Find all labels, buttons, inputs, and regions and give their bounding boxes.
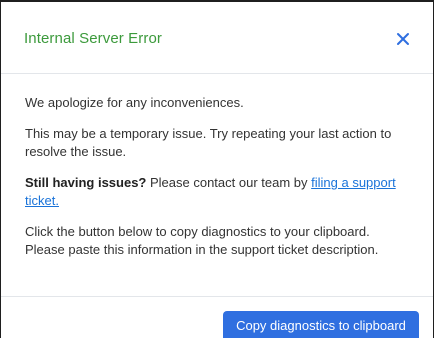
close-icon[interactable] <box>393 29 413 49</box>
temporary-issue-text: This may be a temporary issue. Try repea… <box>25 126 392 159</box>
support-paragraph: Still having issues? Please contact our … <box>25 174 409 210</box>
error-dialog: Internal Server Error We apologize for a… <box>0 0 434 338</box>
dialog-body: We apologize for any inconveniences. Thi… <box>25 94 409 272</box>
footer-divider <box>1 296 433 297</box>
copy-instructions-text: Click the button below to copy diagnosti… <box>25 224 379 257</box>
apology-text: We apologize for any inconveniences. <box>25 95 244 110</box>
copy-diagnostics-button[interactable]: Copy diagnostics to clipboard <box>223 311 419 338</box>
still-having-issues-label: Still having issues? <box>25 175 147 190</box>
contact-text: Please contact our team by <box>146 175 312 190</box>
dialog-title: Internal Server Error <box>24 30 162 47</box>
dialog-header: Internal Server Error <box>1 2 433 74</box>
